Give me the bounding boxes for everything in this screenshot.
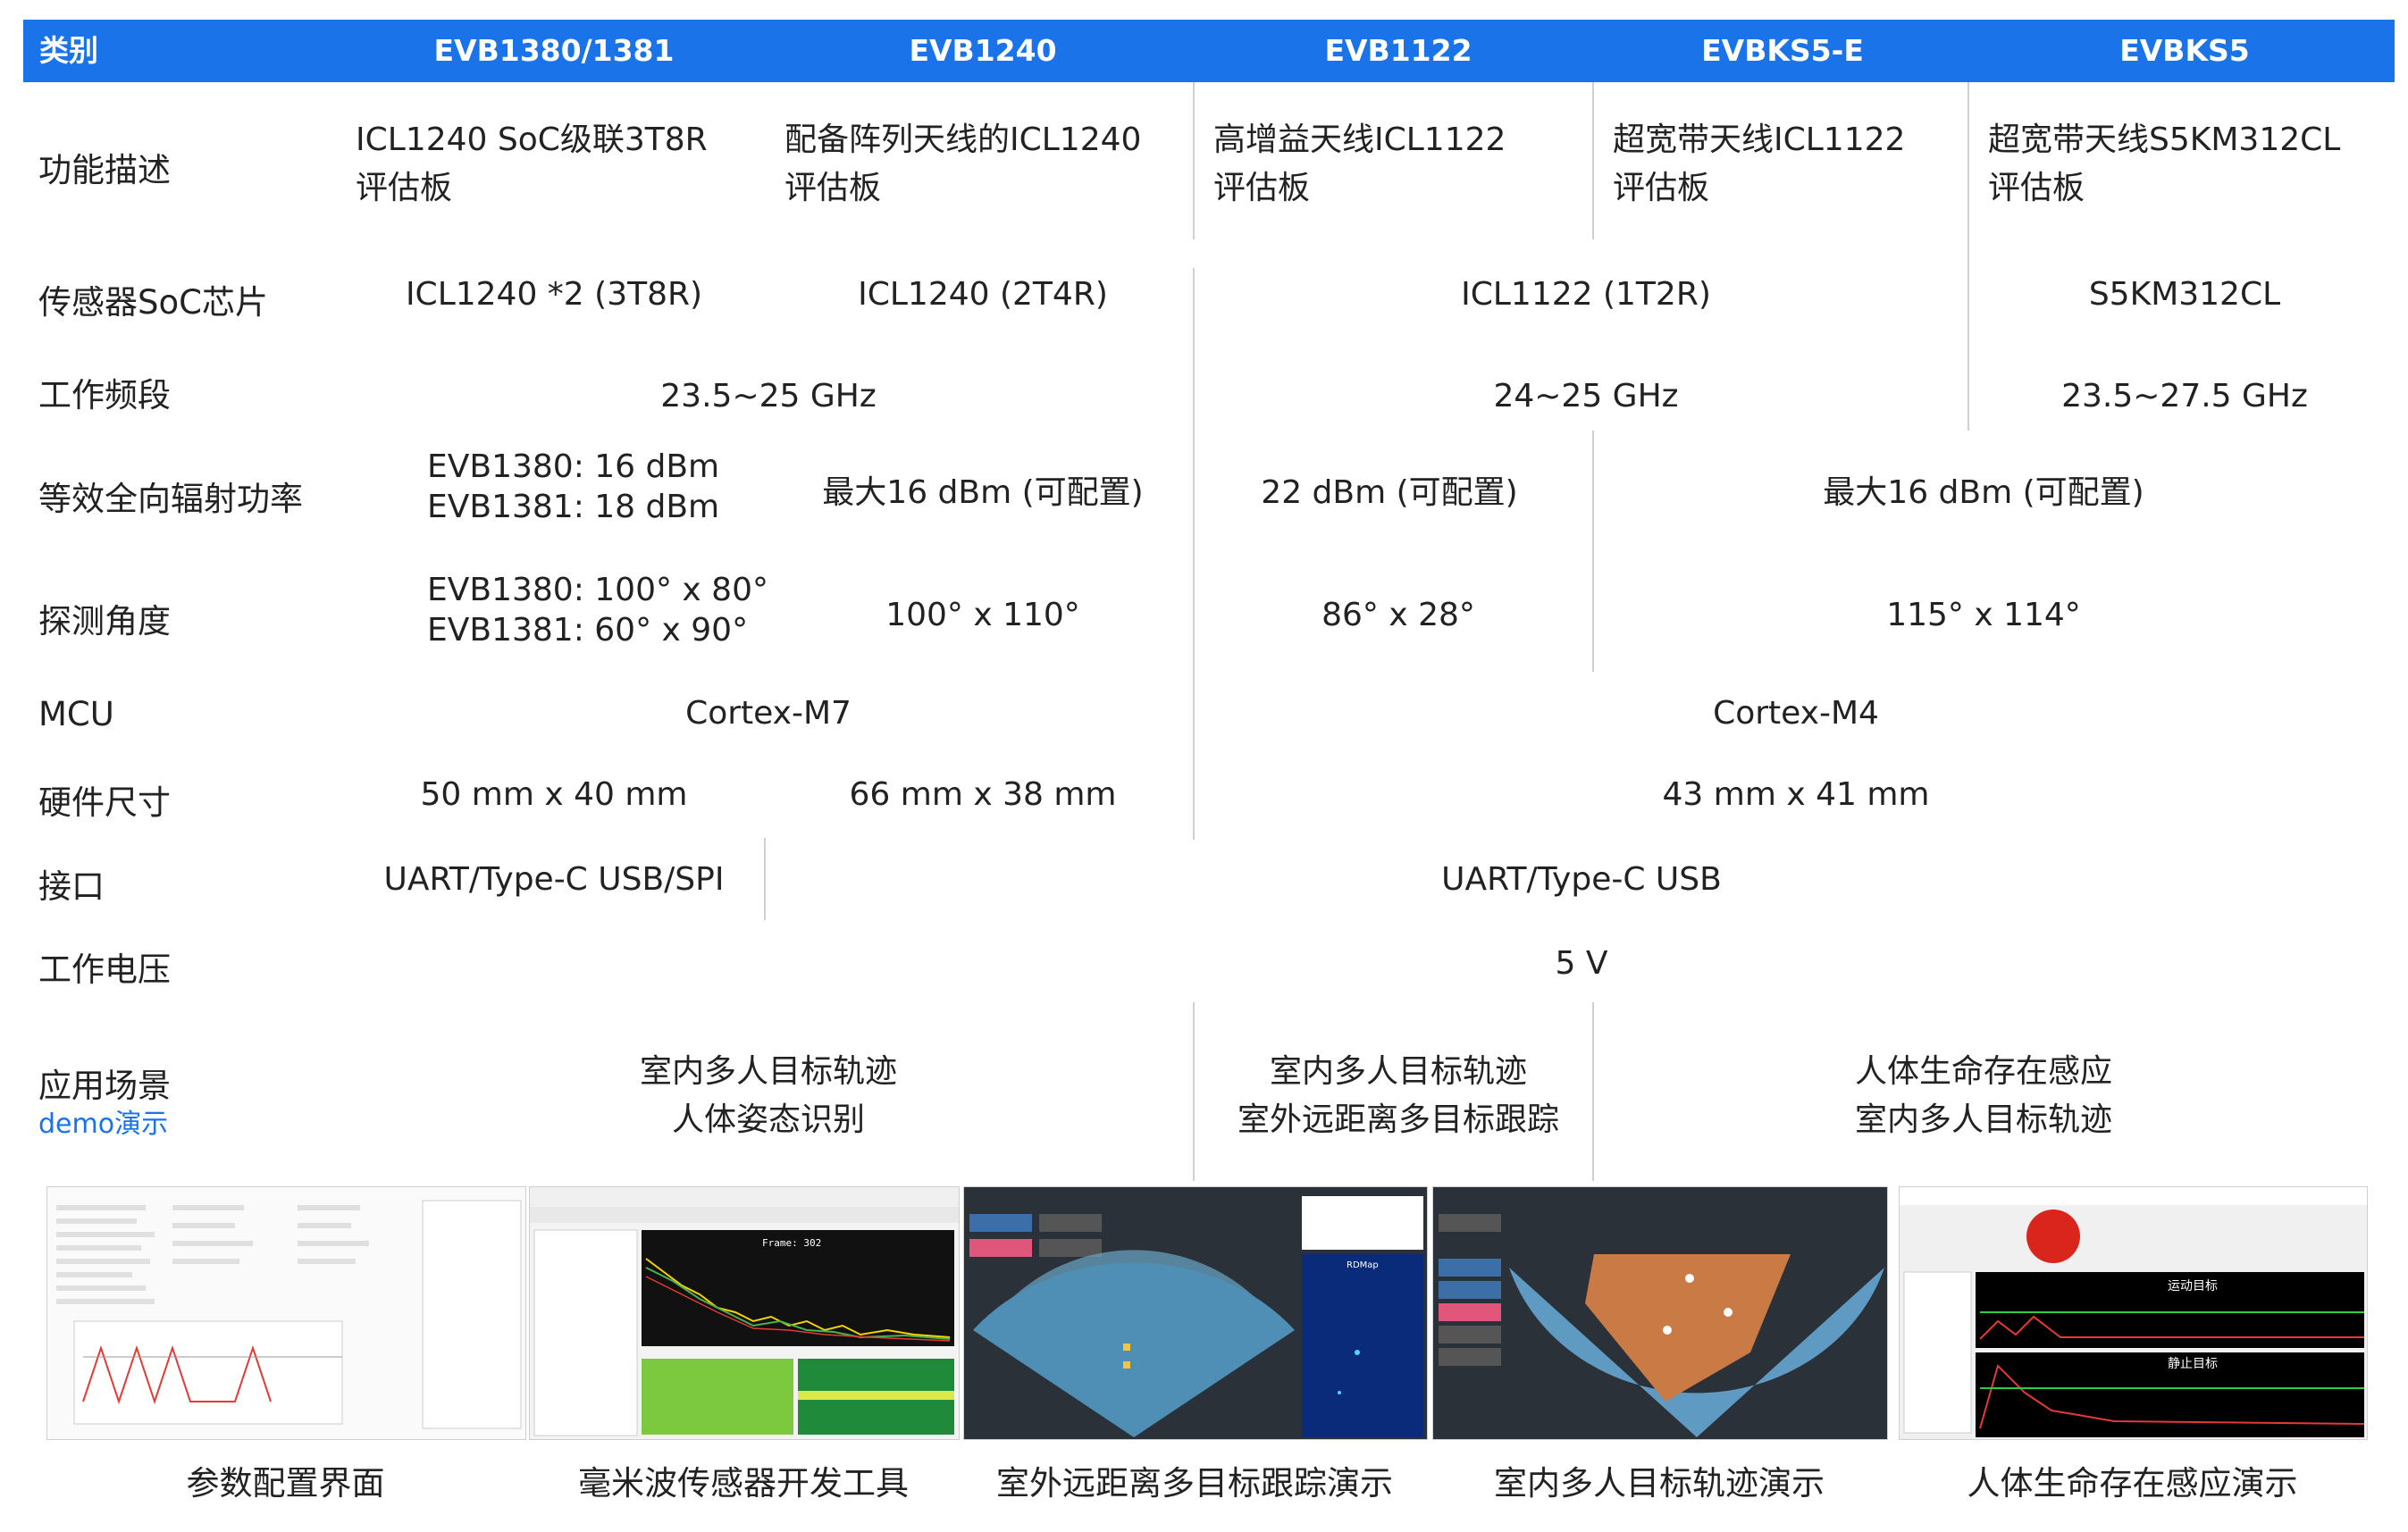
header-category: 类别 [39,33,98,68]
row-label-mcu: MCU [38,695,114,733]
size-evb1380: 50 mm x 40 mm [420,776,688,813]
app-mid-line2: 室外远距离多目标跟踪 [1237,1101,1559,1138]
func-evbks5e-line1: 超宽带天线ICL1122 [1613,121,1906,158]
mcu-right: Cortex-M4 [1713,695,1879,732]
voltage-value: 5 V [1555,945,1608,982]
func-evb1122-line2: 评估板 [1213,170,1311,206]
func-evbks5e: 超宽带天线ICL1122 评估板 [1613,116,1905,213]
demo-screenshot-outdoor-tracking[interactable]: RDMap [963,1186,1428,1440]
angle-evb1380: EVB1380: 100° x 80° EVB1381: 60° x 90° [427,570,768,650]
func-evb1122: 高增益天线ICL1122 评估板 [1213,116,1506,213]
func-evb1240-line2: 评估板 [784,170,882,206]
angle-evb1122: 86° x 28° [1321,597,1475,633]
func-evbks5e-line2: 评估板 [1613,170,1710,206]
devtool-preview: Frame: 302 [530,1187,959,1436]
row-label-size: 硬件尺寸 [38,783,171,822]
caption-config: 参数配置界面 [186,1464,385,1503]
moving-target-label: 运动目标 [2168,1279,2218,1293]
app-mid: 室内多人目标轨迹 室外远距离多目标跟踪 [1197,1048,1599,1144]
config-ui-preview [47,1187,525,1439]
eirp-evb1380-line2: EVB1381: 18 dBm [427,489,720,525]
caption-devtool: 毫米波传感器开发工具 [578,1464,909,1503]
func-evbks5: 超宽带天线S5KM312CL 评估板 [1988,116,2340,213]
outdoor-tracking-preview: RDMap [964,1187,1427,1439]
app-left-line2: 人体姿态识别 [671,1101,865,1138]
soc-evb1380: ICL1240 *2 (3T8R) [405,276,703,313]
eirp-ks5: 最大16 dBm (可配置) [1823,474,2144,511]
devtool-frame-label: Frame: 302 [762,1237,821,1249]
size-evb1240: 66 mm x 38 mm [849,776,1117,813]
separator [1193,1002,1195,1181]
func-evbks5-line2: 评估板 [1988,170,2085,206]
demo-link[interactable]: demo演示 [38,1101,168,1141]
header-col-evb1240: EVB1240 [909,33,1057,68]
rdmap-label: RDMap [1347,1260,1379,1270]
separator [1193,82,1195,239]
indoor-tracking-preview [1433,1187,1887,1439]
func-evb1122-line1: 高增益天线ICL1122 [1213,121,1506,158]
func-evb1380: ICL1240 SoC级联3T8R 评估板 [356,116,708,213]
row-label-angle: 探测角度 [38,602,171,640]
header-col-evb1380: EVB1380/1381 [433,33,675,68]
angle-evb1380-line1: EVB1380: 100° x 80° [427,572,768,608]
app-right: 人体生命存在感应 室内多人目标轨迹 [1778,1048,2189,1144]
band-mid: 24~25 GHz [1493,378,1679,414]
row-label-function: 功能描述 [38,151,171,189]
size-right: 43 mm x 41 mm [1662,776,1930,813]
demo-screenshot-presence[interactable]: 运动目标 静止目标 [1899,1186,2368,1440]
eirp-evb1122: 22 dBm (可配置) [1261,474,1518,511]
demo-screenshot-devtool[interactable]: Frame: 302 [529,1186,960,1440]
caption-outdoor: 室外远距离多目标跟踪演示 [996,1464,1393,1503]
header-col-evbks5: EVBKS5 [2119,33,2250,68]
eirp-evb1240: 最大16 dBm (可配置) [822,474,1144,511]
func-evb1380-line1: ICL1240 SoC级联3T8R [356,121,708,158]
row-label-interface: 接口 [38,867,105,906]
row-label-application: 应用场景 [38,1067,171,1105]
app-right-line2: 室内多人目标轨迹 [1854,1101,2112,1138]
demo-screenshot-indoor-tracking[interactable] [1432,1186,1888,1440]
app-left: 室内多人目标轨迹 人体姿态识别 [536,1048,1001,1144]
row-label-eirp: 等效全向辐射功率 [38,480,303,518]
mcu-left: Cortex-M7 [685,695,852,732]
angle-evb1380-line2: EVB1381: 60° x 90° [427,612,749,649]
row-label-band: 工作频段 [38,376,171,414]
angle-ks5: 115° x 114° [1886,597,2081,633]
separator [1193,268,1195,840]
row-label-voltage: 工作电压 [38,950,171,989]
app-mid-line1: 室内多人目标轨迹 [1269,1053,1527,1090]
eirp-evb1380: EVB1380: 16 dBm EVB1381: 18 dBm [427,447,719,527]
app-left-line1: 室内多人目标轨迹 [639,1053,897,1090]
caption-indoor: 室内多人目标轨迹演示 [1494,1464,1825,1503]
eirp-evb1380-line1: EVB1380: 16 dBm [427,448,720,485]
angle-evb1240: 100° x 110° [885,597,1080,633]
static-target-label: 静止目标 [2168,1357,2218,1371]
separator [1592,82,1594,239]
func-evbks5-line1: 超宽带天线S5KM312CL [1988,121,2341,158]
soc-evbks5: S5KM312CL [2088,276,2281,313]
separator [764,838,766,920]
caption-presence: 人体生命存在感应演示 [1967,1464,2298,1503]
band-right: 23.5~27.5 GHz [2061,378,2308,414]
band-left: 23.5~25 GHz [660,378,877,414]
header-col-evbks5e: EVBKS5-E [1701,33,1864,68]
header-col-evb1122: EVB1122 [1324,33,1472,68]
iface-left: UART/Type-C USB/SPI [383,861,725,898]
func-evb1240: 配备阵列天线的ICL1240 评估板 [784,116,1141,213]
soc-icl1122: ICL1122 (1T2R) [1461,276,1711,313]
separator [1968,82,1969,431]
demo-screenshot-config[interactable] [46,1186,526,1440]
func-evb1380-line2: 评估板 [356,170,453,206]
iface-right: UART/Type-C USB [1441,861,1722,898]
func-evb1240-line1: 配备阵列天线的ICL1240 [784,121,1142,158]
soc-evb1240: ICL1240 (2T4R) [858,276,1108,313]
row-label-soc: 传感器SoC芯片 [38,283,268,322]
presence-preview: 运动目标 静止目标 [1900,1187,2367,1439]
app-right-line1: 人体生命存在感应 [1854,1053,2112,1090]
